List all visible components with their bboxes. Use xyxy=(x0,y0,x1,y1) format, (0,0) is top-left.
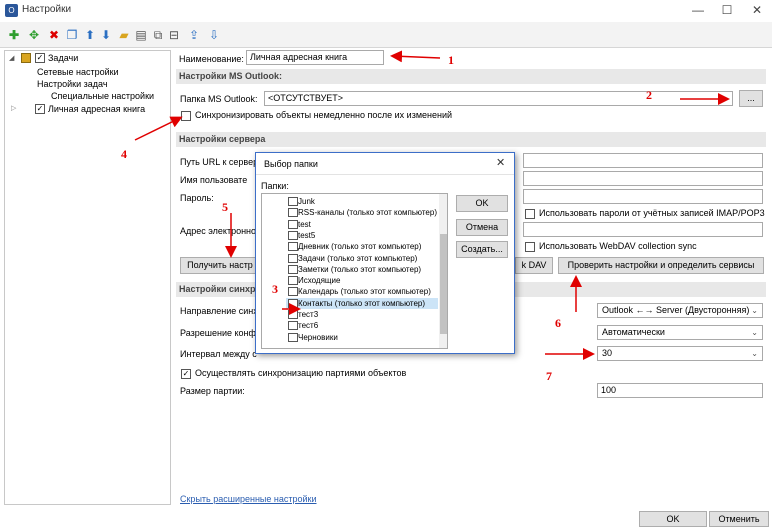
arrow-4 xyxy=(134,116,183,141)
annotation-1: 1 xyxy=(448,53,454,67)
annotation-5: 5 xyxy=(222,200,228,214)
annotation-arrows xyxy=(134,50,730,360)
arrow-1 xyxy=(390,50,441,63)
annotation-6: 6 xyxy=(555,316,561,330)
annotation-7: 7 xyxy=(546,369,552,383)
annotation-3: 3 xyxy=(272,282,278,296)
annotation-2: 2 xyxy=(646,88,652,102)
annotation-4: 4 xyxy=(121,147,127,161)
